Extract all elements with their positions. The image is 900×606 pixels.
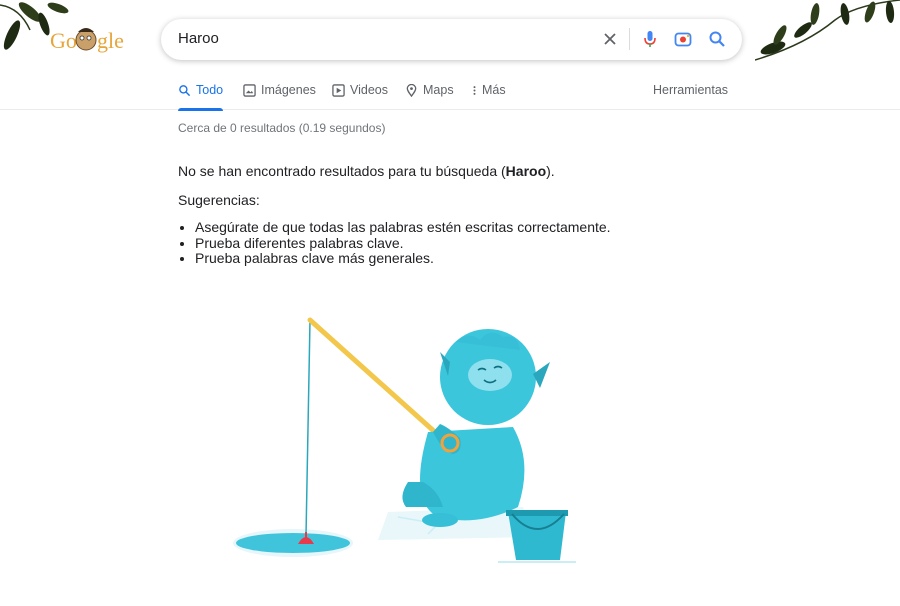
list-item: Prueba diferentes palabras clave. [195,235,611,252]
camera-lens-icon[interactable] [673,29,693,49]
svg-text:gle: gle [97,28,124,53]
list-item: Prueba palabras clave más generales. [195,250,611,267]
image-icon [243,84,256,97]
search-tabs: Todo Imágenes Videos Maps Más Herramient… [0,80,900,111]
search-box[interactable]: Haroo [161,19,742,60]
tab-label: Videos [350,83,388,97]
google-doodle-logo[interactable]: Go gle [0,0,130,70]
tab-images[interactable]: Imágenes [243,83,316,109]
tab-label: Todo [196,83,224,97]
suggestions-list: Asegúrate de que todas las palabras esté… [195,219,611,267]
tab-more[interactable]: Más [472,83,506,109]
tools-button[interactable]: Herramientas [653,83,728,97]
fishing-monster-illustration [233,317,576,563]
logo-text: Go [50,28,77,53]
query-term: Haroo [505,163,547,179]
map-pin-icon [406,84,417,97]
leaf-branch-icon [755,0,900,61]
tab-videos[interactable]: Videos [332,83,388,109]
suggestions-title: Sugerencias: [178,192,260,208]
list-item: Asegúrate de que todas las palabras esté… [195,219,611,236]
microphone-icon[interactable] [640,29,660,49]
divider [629,28,630,50]
tab-label: Imágenes [261,83,316,97]
tab-maps[interactable]: Maps [405,83,454,109]
video-icon [332,84,345,97]
clear-icon[interactable] [600,29,620,49]
search-icon [179,85,191,97]
more-vert-icon [473,86,476,95]
no-results-message: No se han encontrado resultados para tu … [178,163,555,179]
search-icon[interactable] [707,29,727,49]
search-input[interactable]: Haroo [178,30,219,47]
tab-all[interactable]: Todo [178,83,224,111]
result-stats: Cerca de 0 resultados (0.19 segundos) [178,121,386,135]
tab-label: Maps [423,83,454,97]
tab-label: Más [482,83,506,97]
